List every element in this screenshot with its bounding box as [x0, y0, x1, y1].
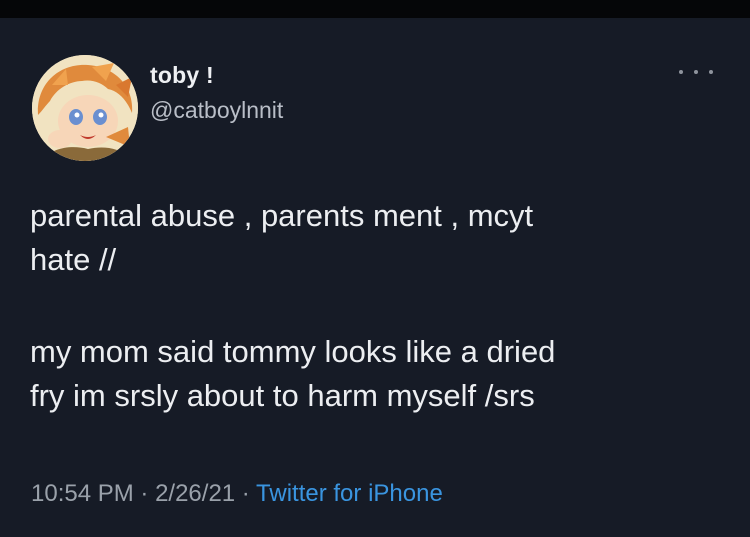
avatar-image [32, 55, 138, 161]
tweet-metadata: 10:54 PM · 2/26/21 · Twitter for iPhone [31, 480, 443, 508]
tweet-source-link[interactable]: Twitter for iPhone [256, 480, 443, 507]
avatar[interactable] [32, 55, 138, 161]
tweet-date[interactable]: 2/26/21 [155, 480, 235, 507]
tweet-text-trigger-warning: parental abuse , parents ment , mcyt hat… [30, 198, 534, 277]
tweet-time[interactable]: 10:54 PM [31, 480, 134, 507]
dot [679, 70, 683, 74]
tweet-card: toby ! @catboylnnit parental abuse , par… [0, 18, 750, 537]
separator: · [235, 480, 257, 507]
display-name[interactable]: toby ! [150, 62, 214, 89]
separator: · [133, 480, 156, 507]
dot [694, 70, 698, 74]
tweet-text-main: my mom said tommy looks like a dried fry… [30, 334, 556, 413]
user-handle[interactable]: @catboylnnit [150, 97, 283, 124]
dot [709, 70, 713, 74]
more-options-icon[interactable] [679, 64, 713, 80]
top-border [0, 0, 750, 18]
